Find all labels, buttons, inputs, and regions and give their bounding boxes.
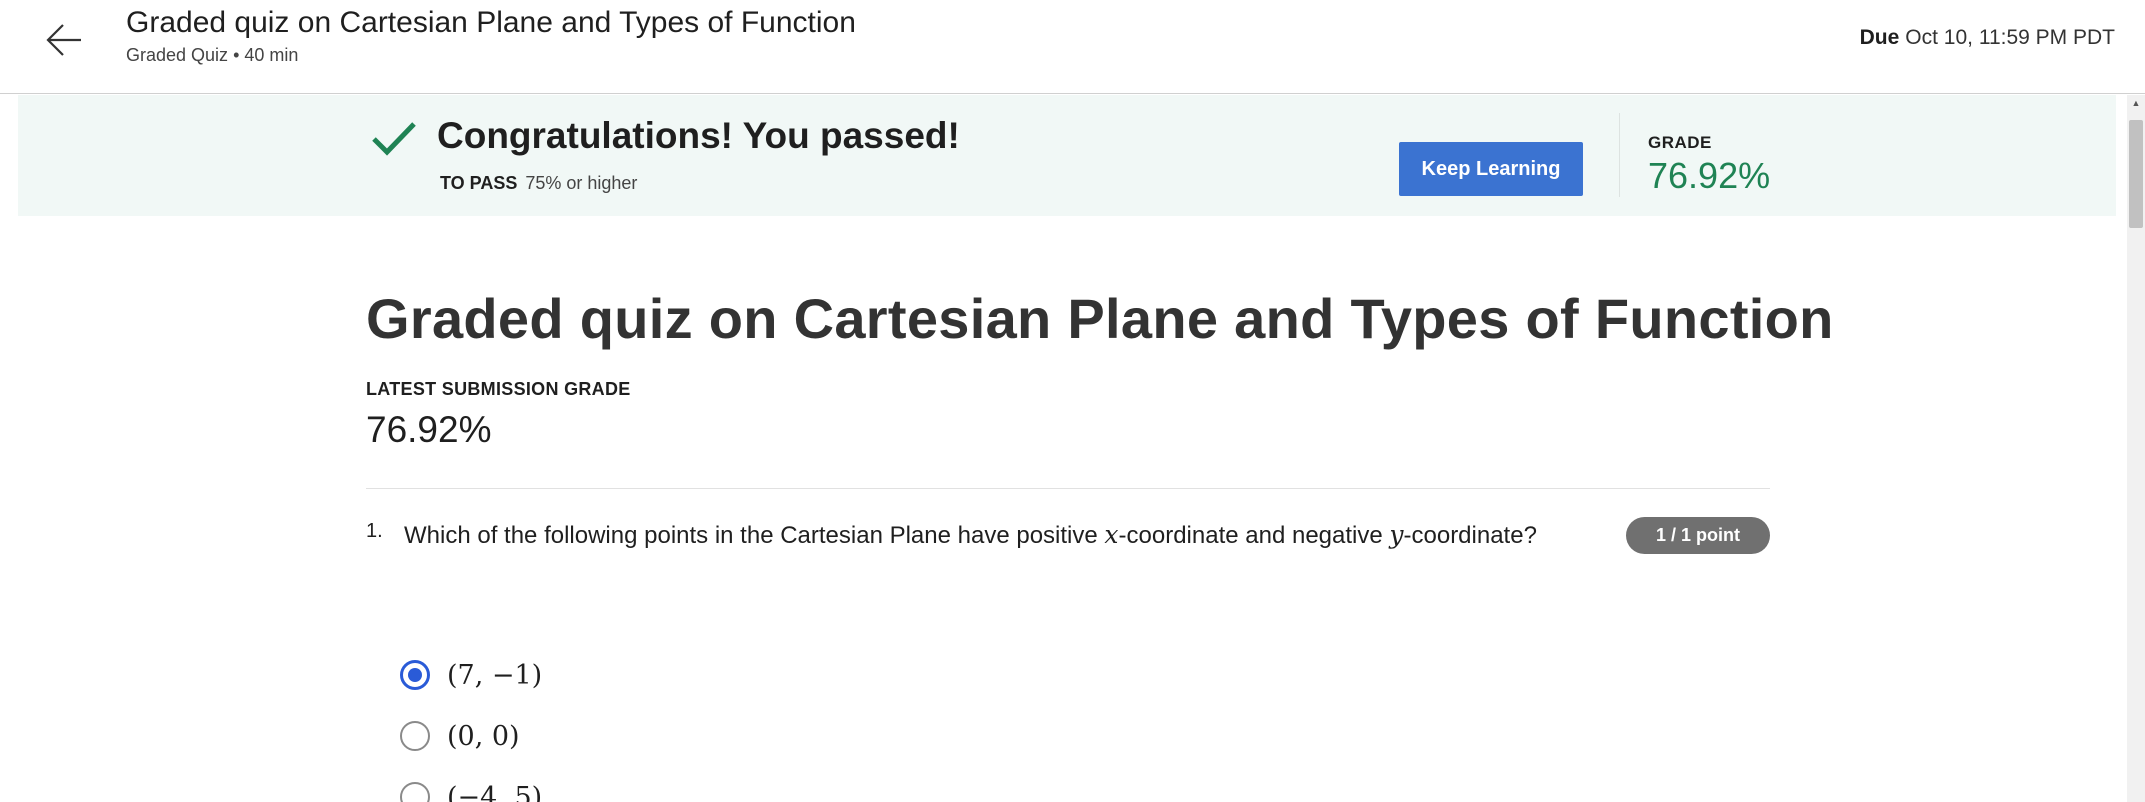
header-title: Graded quiz on Cartesian Plane and Types… — [126, 6, 856, 39]
grade-label: GRADE — [1648, 133, 1712, 152]
quiz-duration: 40 min — [244, 45, 299, 65]
keep-learning-button[interactable]: Keep Learning — [1399, 142, 1583, 196]
triangle-up-icon[interactable]: ▲ — [2127, 95, 2145, 111]
question-text-part: -coordinate and negative — [1118, 522, 1390, 549]
header-subtitle: Graded Quiz • 40 min — [126, 45, 298, 66]
checkmark-icon — [372, 122, 416, 156]
quiz-results-page: Graded quiz on Cartesian Plane and Types… — [0, 0, 2145, 802]
answer-option-label: (−4, 5) — [447, 781, 543, 802]
answer-option[interactable]: (7, −1) — [400, 652, 542, 698]
due-label: Due — [1859, 26, 1900, 49]
math-variable-x: x — [1104, 520, 1119, 549]
points-badge: 1 / 1 point — [1626, 517, 1770, 554]
radio-button-selected[interactable] — [400, 660, 430, 690]
quiz-type: Graded Quiz — [126, 45, 229, 65]
question-text-part: -coordinate? — [1403, 522, 1537, 549]
radio-button[interactable] — [400, 782, 430, 802]
to-pass-value: 75% or higher — [525, 173, 638, 193]
subtitle-separator: • — [233, 45, 240, 65]
top-header: Graded quiz on Cartesian Plane and Types… — [0, 0, 2145, 94]
latest-submission-label: LATEST SUBMISSION GRADE — [366, 379, 631, 399]
math-variable-y: y — [1389, 520, 1404, 549]
to-pass-label: TO PASS — [440, 173, 518, 193]
question-text-part: Which of the following points in the Car… — [404, 522, 1105, 549]
due-value: Oct 10, 11:59 PM PDT — [1905, 26, 2115, 49]
answer-option[interactable]: (0, 0) — [400, 713, 520, 759]
due-date: Due Oct 10, 11:59 PM PDT — [1860, 26, 2115, 50]
grade-value: 76.92% — [1648, 155, 1771, 196]
page-title: Graded quiz on Cartesian Plane and Types… — [366, 287, 1834, 350]
pass-banner: Congratulations! You passed! TO PASS 75% … — [18, 95, 2116, 216]
question-number: 1. — [366, 520, 383, 542]
back-button[interactable] — [40, 16, 88, 64]
banner-divider — [1619, 113, 1620, 197]
answer-option-label: (0, 0) — [447, 720, 520, 752]
pass-threshold: TO PASS 75% or higher — [440, 173, 637, 194]
scrollbar-thumb[interactable] — [2129, 120, 2143, 228]
arrow-left-icon — [46, 24, 81, 56]
answer-option[interactable]: (−4, 5) — [400, 774, 542, 802]
section-divider — [366, 488, 1770, 489]
answer-option-label: (7, −1) — [447, 659, 543, 691]
radio-button[interactable] — [400, 721, 430, 751]
latest-submission-grade: 76.92% — [366, 409, 492, 450]
pass-message: Congratulations! You passed! — [437, 115, 960, 156]
question-text: Which of the following points in the Car… — [404, 520, 1537, 550]
